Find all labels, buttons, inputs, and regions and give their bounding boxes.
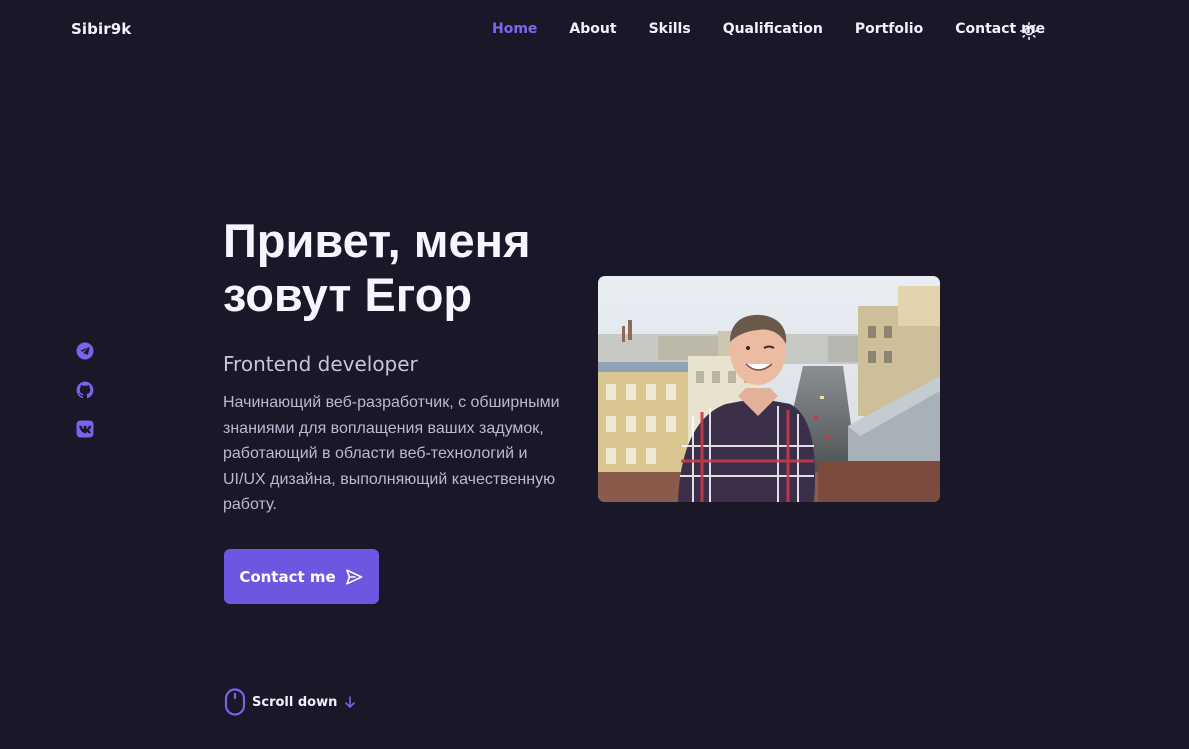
hero-description: Начинающий веб-разработчик, с обширными … xyxy=(223,394,560,513)
nav-portfolio[interactable]: Portfolio xyxy=(855,21,923,37)
scroll-down[interactable]: Scroll down xyxy=(224,688,357,716)
hero-title-line-1: Привет, меня xyxy=(223,214,531,267)
site-logo[interactable]: Sibir9k xyxy=(71,20,131,38)
hero-subtitle: Frontend developer xyxy=(223,352,418,376)
main-nav: Home About Skills Qualification Portfoli… xyxy=(492,21,1077,37)
nav-qualification[interactable]: Qualification xyxy=(723,21,823,37)
github-icon[interactable] xyxy=(76,381,94,399)
hero-title-line-2: зовут Егор xyxy=(223,268,473,321)
contact-me-button[interactable]: Contact me xyxy=(224,549,379,604)
site-header: Sibir9k Home About Skills Qualification … xyxy=(0,0,1189,62)
sun-icon[interactable] xyxy=(1020,22,1039,41)
send-icon xyxy=(345,568,362,585)
vk-icon[interactable] xyxy=(76,420,94,438)
profile-photo xyxy=(598,276,940,502)
mouse-icon xyxy=(224,688,246,716)
hero-title: Привет, меня зовут Егор xyxy=(223,214,583,322)
contact-me-label: Contact me xyxy=(239,567,336,586)
telegram-icon[interactable] xyxy=(76,342,94,360)
scroll-down-label: Scroll down xyxy=(252,694,338,710)
social-links xyxy=(76,342,94,438)
arrow-down-icon xyxy=(345,696,356,708)
nav-about[interactable]: About xyxy=(569,21,616,37)
nav-home[interactable]: Home xyxy=(492,21,537,37)
nav-skills[interactable]: Skills xyxy=(649,21,691,37)
